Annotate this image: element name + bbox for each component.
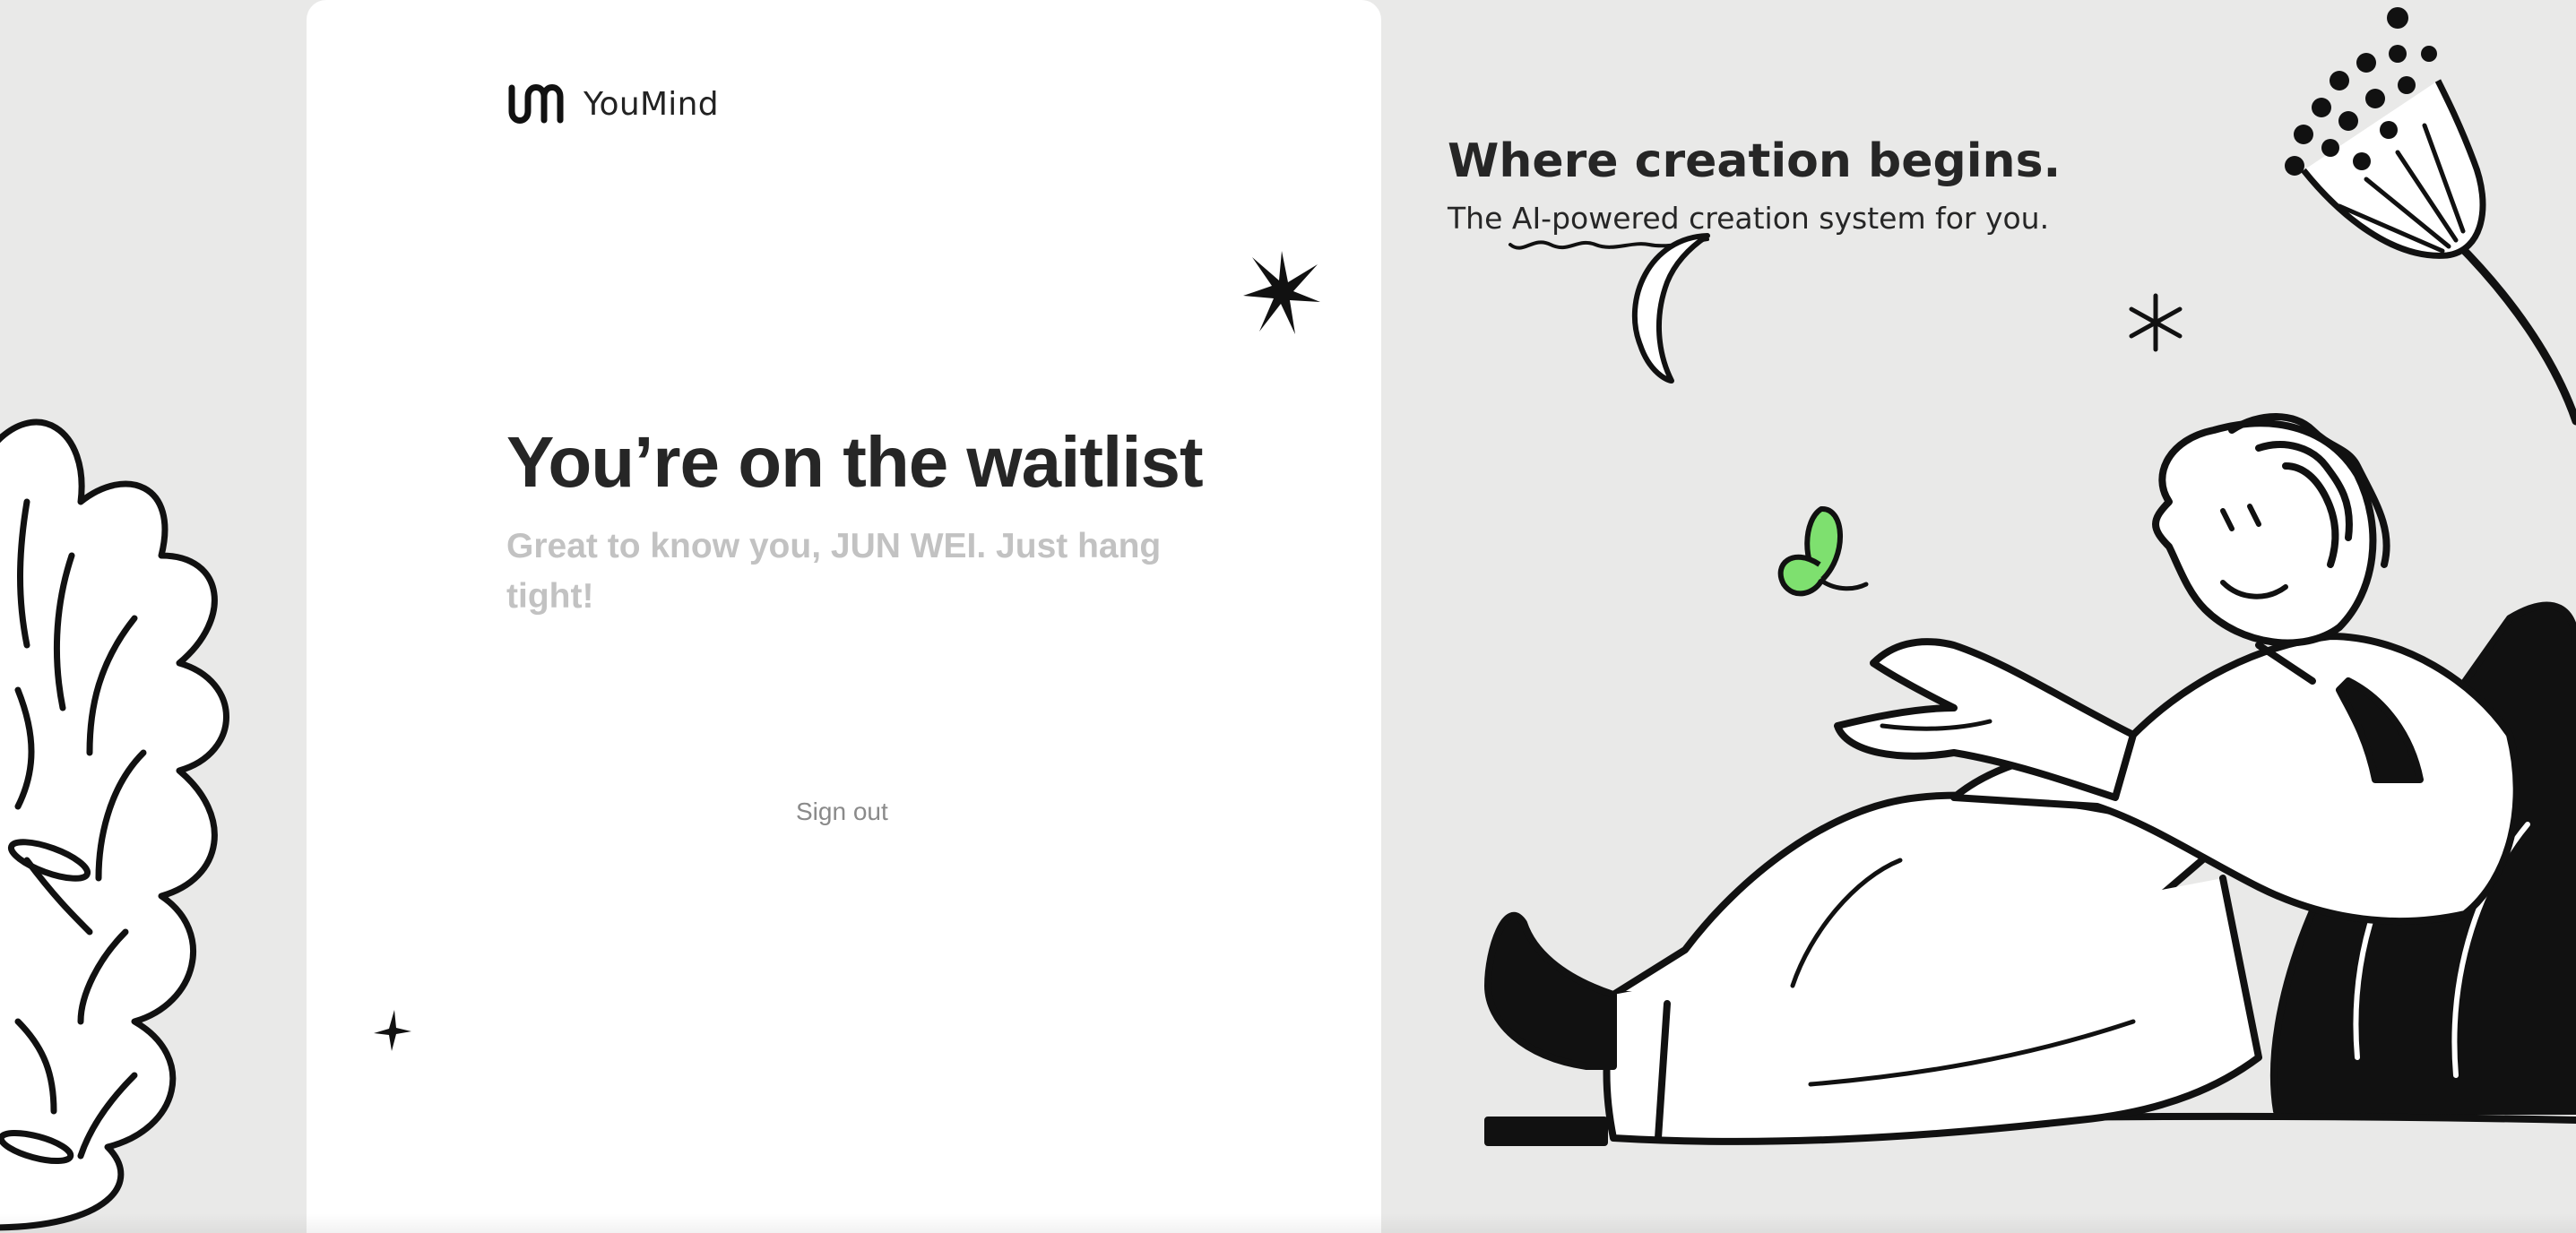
brand[interactable]: YouMind — [506, 84, 719, 124]
sparkle-icon — [2129, 293, 2183, 352]
promo-headline: Where creation begins. — [1448, 134, 2062, 188]
brand-name: YouMind — [583, 85, 719, 123]
small-star-icon — [374, 1010, 411, 1051]
crescent-moon-illustration — [1631, 233, 1710, 384]
bottom-shadow — [0, 1213, 2576, 1233]
youmind-logo-icon — [506, 84, 569, 124]
page-title: You’re on the waitlist — [506, 422, 1204, 502]
leaf-plant-illustration — [0, 418, 229, 1231]
sign-out-button[interactable]: Sign out — [796, 798, 888, 826]
sparkle-star-icon — [1243, 251, 1320, 334]
reclining-person-illustration — [1484, 413, 2576, 1146]
green-butterfly-illustration — [1777, 506, 1869, 597]
welcome-message: Great to know you, JUN WEI. Just hang ti… — [506, 527, 1162, 616]
page: YouMind You’re on the waitlist Great to … — [0, 0, 2576, 1233]
